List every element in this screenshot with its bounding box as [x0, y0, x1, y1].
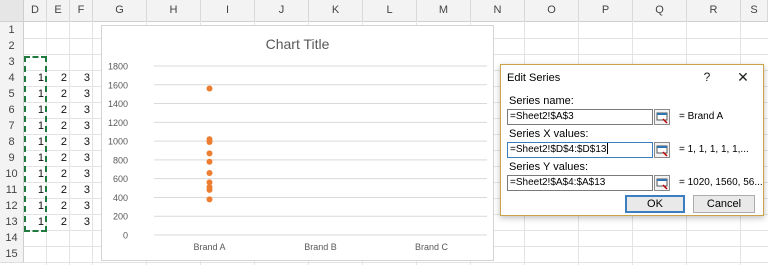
cell-value[interactable]: 2 — [47, 166, 70, 182]
y-tick-label: 1000 — [108, 137, 128, 147]
help-icon[interactable]: ? — [699, 68, 715, 86]
cell-value[interactable]: 3 — [70, 70, 93, 86]
series-x-values-text: =Sheet2!$D$4:$D$13 — [510, 144, 607, 155]
row-header[interactable]: 15 — [0, 246, 24, 263]
column-header[interactable]: P — [579, 0, 633, 21]
text-caret — [607, 143, 609, 154]
cell-value[interactable]: 2 — [47, 214, 70, 230]
cell-value[interactable]: 2 — [47, 70, 70, 86]
data-point[interactable] — [206, 139, 213, 146]
row-header[interactable]: 9 — [0, 150, 24, 167]
cell-value[interactable]: 3 — [70, 166, 93, 182]
cell-value[interactable]: 2 — [47, 118, 70, 134]
y-tick-label: 200 — [113, 212, 128, 222]
chart-plot: 0 200 400 600 800 1000 1200 1400 1600 1800 Brand A… — [108, 62, 487, 252]
column-header[interactable]: O — [525, 0, 579, 21]
column-header[interactable]: R — [687, 0, 741, 21]
column-header[interactable]: Q — [633, 0, 687, 21]
column-header[interactable]: D — [24, 0, 47, 21]
series-y-values-field[interactable]: =Sheet2!$A$4:$A$13 — [507, 175, 653, 191]
column-header[interactable]: S — [741, 0, 768, 21]
row-header[interactable]: 3 — [0, 54, 24, 71]
cancel-button[interactable]: Cancel — [693, 195, 755, 213]
series-name-result: = Brand A — [679, 111, 724, 122]
column-header[interactable]: E — [47, 0, 70, 21]
cell-value[interactable]: 2 — [47, 182, 70, 198]
series-x-result: = 1, 1, 1, 1, 1,... — [679, 144, 749, 155]
row-header[interactable]: 8 — [0, 134, 24, 151]
y-tick-label: 400 — [113, 193, 128, 203]
series-y-label: Series Y values: — [509, 161, 589, 173]
column-header[interactable]: M — [417, 0, 471, 21]
collapse-range-icon[interactable] — [654, 142, 670, 158]
row-header[interactable]: 11 — [0, 182, 24, 199]
close-icon[interactable]: ✕ — [733, 67, 753, 87]
data-point[interactable] — [206, 184, 213, 191]
data-point[interactable] — [206, 196, 213, 203]
cell-value[interactable]: 3 — [70, 150, 93, 166]
y-tick-label: 1600 — [108, 80, 128, 90]
cell-value[interactable]: 2 — [47, 198, 70, 214]
cell-value[interactable]: 3 — [70, 182, 93, 198]
cell-value[interactable]: 3 — [70, 214, 93, 230]
series-name-field[interactable]: =Sheet2!$A$3 — [507, 109, 653, 125]
column-header[interactable]: K — [309, 0, 363, 21]
cell-value[interactable]: 2 — [47, 102, 70, 118]
data-point[interactable] — [206, 150, 213, 157]
y-tick-label: 1200 — [108, 118, 128, 128]
collapse-range-icon[interactable] — [654, 109, 670, 125]
cell-value[interactable]: 3 — [70, 102, 93, 118]
column-header[interactable]: F — [70, 0, 93, 21]
y-tick-label: 800 — [113, 155, 128, 165]
row-header[interactable]: 6 — [0, 102, 24, 119]
select-all-corner[interactable] — [0, 0, 24, 21]
series-x-label: Series X values: — [509, 128, 589, 140]
data-point[interactable] — [206, 170, 213, 177]
data-point[interactable] — [206, 158, 213, 165]
y-tick-label: 1400 — [108, 99, 128, 109]
column-header[interactable]: G — [93, 0, 147, 21]
row-header[interactable]: 7 — [0, 118, 24, 135]
x-category-label: Brand B — [304, 242, 337, 252]
row-header[interactable]: 1 — [0, 22, 24, 39]
cell-value[interactable]: 3 — [70, 118, 93, 134]
row-header[interactable]: 4 — [0, 70, 24, 87]
row-header[interactable]: 10 — [0, 166, 24, 183]
x-category-label: Brand C — [415, 242, 449, 252]
column-headers: DEFGHIJKLMNOPQRS — [0, 0, 768, 22]
copy-marquee — [24, 56, 47, 232]
column-header[interactable]: L — [363, 0, 417, 21]
row-header[interactable]: 5 — [0, 86, 24, 103]
cell-value[interactable]: 3 — [70, 86, 93, 102]
row-header[interactable]: 12 — [0, 198, 24, 215]
dialog-title: Edit Series — [507, 72, 561, 84]
edit-series-dialog: Edit Series ? ✕ Series name: =Sheet2!$A$… — [500, 64, 764, 216]
cell-value[interactable]: 3 — [70, 134, 93, 150]
column-header[interactable]: J — [255, 0, 309, 21]
ok-button[interactable]: OK — [625, 195, 685, 213]
series-x-values-field[interactable]: =Sheet2!$D$4:$D$13 — [507, 142, 653, 158]
cell-value[interactable]: 2 — [47, 86, 70, 102]
column-header[interactable]: H — [147, 0, 201, 21]
series-name-label: Series name: — [509, 95, 574, 107]
data-point[interactable] — [206, 85, 213, 92]
cell-value[interactable]: 2 — [47, 134, 70, 150]
row-header[interactable]: 14 — [0, 230, 24, 247]
cell-value[interactable]: 3 — [70, 198, 93, 214]
y-tick-label: 600 — [113, 174, 128, 184]
y-tick-label: 1800 — [108, 62, 128, 72]
column-header[interactable]: I — [201, 0, 255, 21]
x-category-label: Brand A — [193, 242, 225, 252]
chart[interactable]: Chart Title 0 200 400 600 800 1000 1200 1400 160… — [101, 25, 494, 261]
row-header[interactable]: 13 — [0, 214, 24, 231]
series-y-result: = 1020, 1560, 56... — [679, 177, 763, 188]
column-header[interactable]: N — [471, 0, 525, 21]
y-tick-label: 0 — [123, 231, 128, 241]
collapse-range-icon[interactable] — [654, 175, 670, 191]
cell-value[interactable]: 2 — [47, 150, 70, 166]
row-header[interactable]: 2 — [0, 38, 24, 55]
